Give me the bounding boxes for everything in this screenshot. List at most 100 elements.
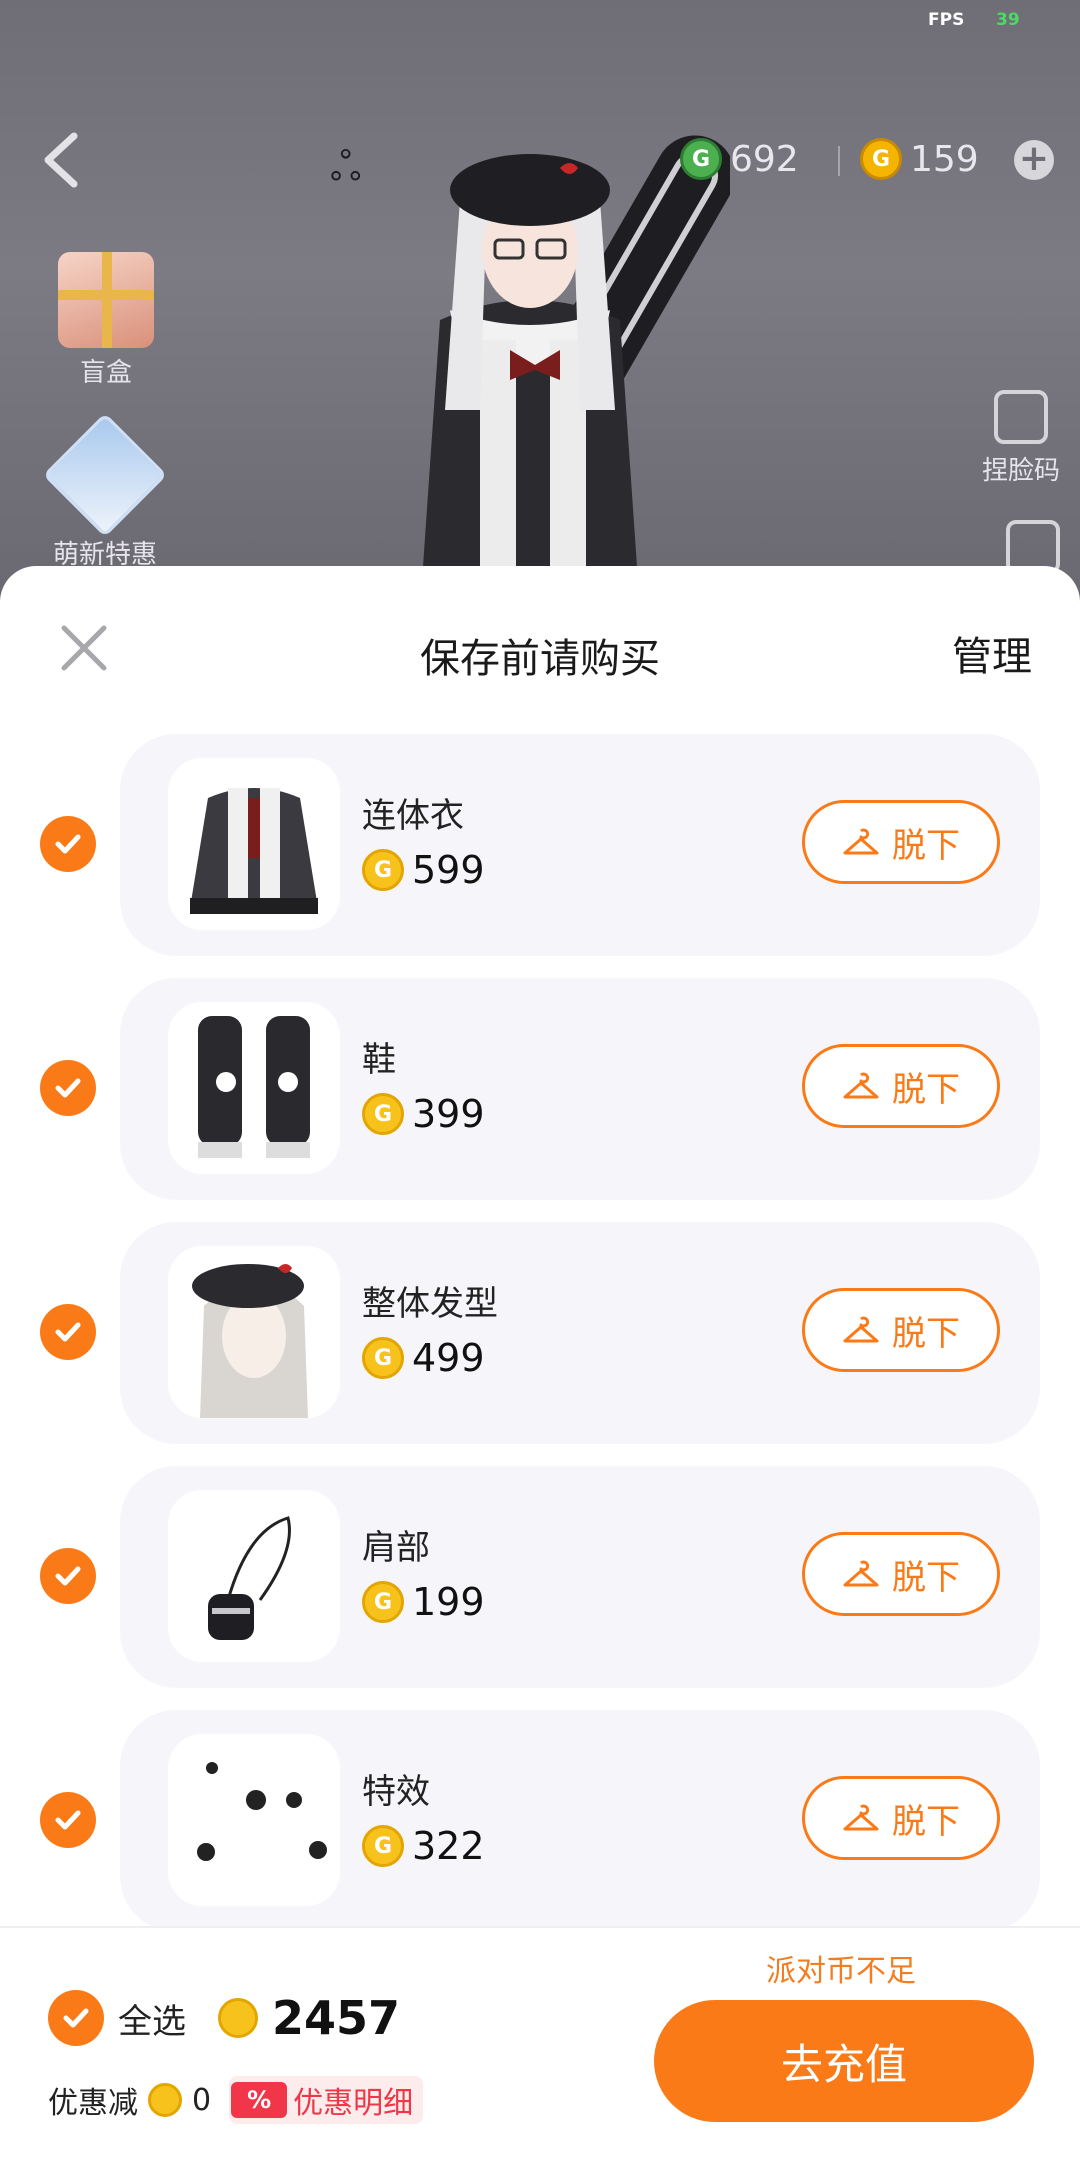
item-price-value: 322 [412, 1824, 485, 1868]
discount-icon: % [231, 2082, 288, 2118]
avatar-preview-scene: FPS 39 ஃ G 692 G 159 + 盲盒 萌新特惠 捏脸码 [0, 0, 1080, 600]
edit-icon [993, 390, 1048, 444]
recharge-button[interactable]: 去充值 [654, 2000, 1034, 2122]
hanger-icon [843, 1072, 879, 1099]
item-thumbnail [168, 1002, 340, 1174]
shoulder-accessory-thumbnail-icon [208, 1516, 291, 1640]
item-name: 整体发型 [362, 1284, 498, 1324]
item-price-value: 199 [412, 1580, 485, 1624]
checkout-bar: 派对币不足 全选 2457 优惠减 0 % 优惠明细 去充值 [0, 1926, 1080, 2160]
select-all-checkbox[interactable] [48, 1990, 104, 2046]
item-thumbnail [168, 1490, 340, 1662]
purchase-sheet: 保存前请购买 管理 连体衣 G 599 脱下 鞋 G 399 脱下 整体发型 G… [0, 566, 1080, 2160]
blind-box-label: 盲盒 [79, 358, 132, 388]
take-off-button[interactable]: 脱下 [802, 800, 1000, 884]
gold-coin-amount: 159 [910, 138, 979, 180]
currency-divider [838, 146, 840, 176]
check-icon [55, 1566, 81, 1586]
back-icon[interactable] [36, 130, 86, 190]
effect-thumbnail-icon [197, 1762, 327, 1861]
hanger-icon [843, 1316, 879, 1343]
take-off-label: 脱下 [892, 1557, 960, 1598]
item-name: 连体衣 [362, 796, 464, 836]
coin-icon: G [362, 1093, 404, 1135]
item-checkbox[interactable] [40, 1548, 96, 1604]
add-currency-icon[interactable]: + [1014, 140, 1054, 180]
take-off-label: 脱下 [892, 825, 960, 866]
item-price-value: 599 [412, 848, 485, 892]
check-icon [55, 834, 81, 854]
hanger-icon [843, 828, 879, 855]
item-name: 肩部 [362, 1528, 430, 1568]
list-item: 连体衣 G 599 脱下 [0, 734, 1080, 956]
face-code-button[interactable]: 捏脸码 [982, 390, 1060, 487]
item-checkbox[interactable] [40, 1792, 96, 1848]
item-price: G 322 [362, 1824, 485, 1868]
avatar-character: ஃ [330, 135, 730, 600]
shoes-thumbnail-icon [198, 1016, 310, 1158]
item-checkbox[interactable] [40, 1060, 96, 1116]
hanger-icon [843, 1560, 879, 1587]
item-card: 肩部 G 199 脱下 [120, 1466, 1040, 1688]
item-name: 鞋 [362, 1040, 396, 1080]
discount-detail-button[interactable]: % 优惠明细 [229, 2076, 424, 2124]
gold-coin-balance: G 159 [860, 138, 979, 180]
coin-icon: G [362, 1337, 404, 1379]
fps-value: 39 [996, 10, 1020, 30]
gift-box-icon [58, 252, 154, 348]
take-off-label: 脱下 [892, 1801, 960, 1842]
item-price-value: 399 [412, 1092, 485, 1136]
item-checkbox[interactable] [40, 1304, 96, 1360]
item-thumbnail [168, 758, 340, 930]
item-thumbnail [168, 1246, 340, 1418]
take-off-button[interactable]: 脱下 [802, 1776, 1000, 1860]
item-card: 特效 G 322 脱下 [120, 1710, 1040, 1932]
item-checkbox[interactable] [40, 816, 96, 872]
item-price: G 499 [362, 1336, 485, 1380]
total-price: 2457 [272, 1991, 401, 2045]
take-off-button[interactable]: 脱下 [802, 1288, 1000, 1372]
list-item: 整体发型 G 499 脱下 [0, 1222, 1080, 1444]
face-code-label: 捏脸码 [981, 456, 1060, 486]
item-price: G 399 [362, 1092, 485, 1136]
list-item: 特效 G 322 脱下 [0, 1710, 1080, 1932]
item-card: 鞋 G 399 脱下 [120, 978, 1040, 1200]
check-icon [55, 1322, 81, 1342]
insufficient-coins-notice: 派对币不足 [766, 1954, 916, 1989]
coin-icon [218, 1998, 258, 2038]
party-coin-icon: G [680, 138, 722, 180]
svg-text:ஃ: ஃ [330, 144, 361, 190]
item-name: 特效 [362, 1772, 430, 1812]
newbie-promo-entry[interactable]: 萌新特惠 [42, 412, 168, 571]
check-icon [55, 1078, 81, 1098]
check-icon [55, 1810, 81, 1830]
dress-thumbnail-icon [190, 788, 318, 914]
check-icon [63, 2008, 89, 2028]
item-price: G 599 [362, 848, 485, 892]
hairstyle-thumbnail-icon [192, 1264, 308, 1418]
coin-icon: G [362, 1581, 404, 1623]
coin-icon [148, 2083, 182, 2117]
coin-icon: G [362, 1825, 404, 1867]
take-off-button[interactable]: 脱下 [802, 1532, 1000, 1616]
discount-label: 优惠减 [48, 2086, 138, 2121]
blind-box-entry[interactable]: 盲盒 [58, 252, 154, 389]
discount-row: 优惠减 0 % 优惠明细 [48, 2076, 424, 2124]
list-item: 鞋 G 399 脱下 [0, 978, 1080, 1200]
select-all-label: 全选 [118, 2001, 186, 2042]
take-off-button[interactable]: 脱下 [802, 1044, 1000, 1128]
manage-button[interactable]: 管理 [952, 624, 1032, 682]
take-off-label: 脱下 [892, 1069, 960, 1110]
list-item: 肩部 G 199 脱下 [0, 1466, 1080, 1688]
take-off-label: 脱下 [892, 1313, 960, 1354]
item-card: 连体衣 G 599 脱下 [120, 734, 1040, 956]
discount-value: 0 [192, 2082, 212, 2118]
party-coin-balance: G 692 [680, 138, 799, 180]
discount-detail-label: 优惠明细 [293, 2086, 414, 2121]
promo-icon [42, 412, 168, 538]
gold-coin-icon: G [860, 138, 902, 180]
select-all-toggle[interactable]: 全选 2457 [48, 1990, 400, 2046]
fps-label: FPS [928, 10, 965, 30]
item-price-value: 499 [412, 1336, 485, 1380]
item-price: G 199 [362, 1580, 485, 1624]
